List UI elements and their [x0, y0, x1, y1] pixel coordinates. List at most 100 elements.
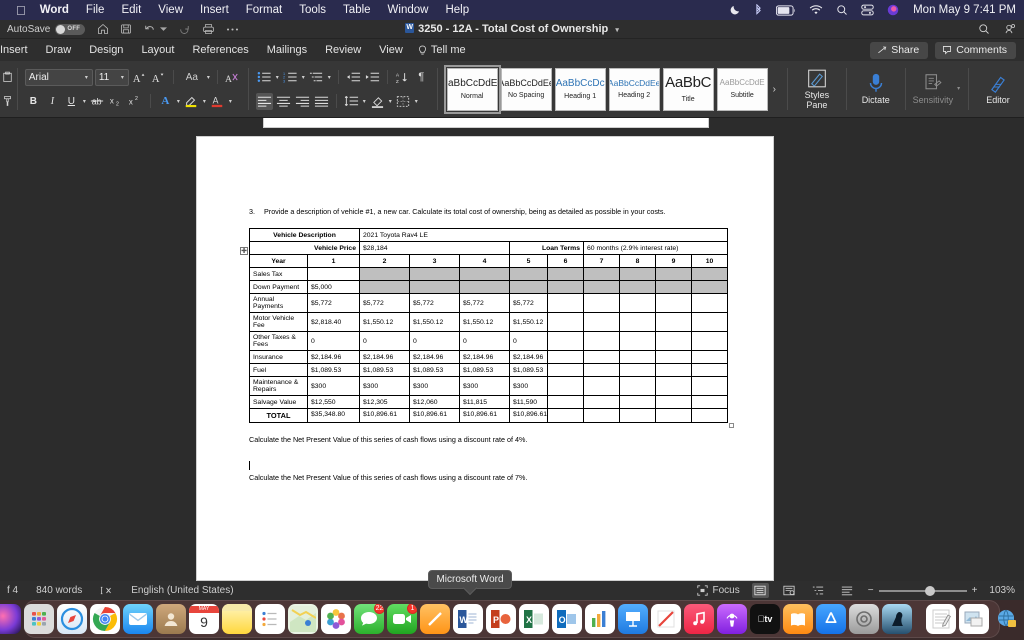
row-cell[interactable] — [690, 350, 729, 365]
superscript-button[interactable]: x2 — [127, 93, 144, 110]
dock-item-maps[interactable] — [288, 604, 318, 634]
row-cell[interactable] — [409, 280, 460, 295]
zoom-slider-thumb[interactable] — [924, 585, 935, 596]
row-cell[interactable] — [655, 312, 692, 333]
chevron-down-icon[interactable]: ▾ — [229, 98, 232, 105]
chevron-down-icon[interactable]: ▾ — [302, 74, 305, 81]
menu-bar-clock[interactable]: Mon May 9 7:41 PM — [913, 4, 1016, 16]
row-cell[interactable]: $1,089.53 — [359, 363, 410, 378]
chevron-down-icon[interactable]: ▾ — [207, 74, 210, 81]
row-cell[interactable] — [547, 280, 584, 295]
row-cell[interactable] — [547, 350, 584, 365]
styles-gallery-more-button[interactable]: › — [771, 84, 778, 95]
underline-button[interactable]: U — [63, 93, 80, 110]
dock-item-chrome[interactable] — [90, 604, 120, 634]
tab-mailings[interactable]: Mailings — [258, 44, 316, 56]
row-cell[interactable] — [619, 312, 656, 333]
row-cell[interactable] — [619, 376, 656, 397]
row-cell[interactable] — [509, 267, 548, 282]
dock-item-siri[interactable] — [0, 604, 21, 634]
font-name-select[interactable]: Arial ▾ — [24, 68, 93, 86]
menu-tools[interactable]: Tools — [299, 4, 326, 16]
row-cell[interactable] — [583, 408, 620, 424]
control-center-icon[interactable] — [861, 4, 874, 16]
font-color-button[interactable]: A — [209, 93, 226, 110]
row-cell[interactable] — [690, 267, 729, 282]
row-cell[interactable]: $1,089.53 — [459, 363, 510, 378]
row-cell[interactable] — [547, 331, 584, 352]
save-icon[interactable] — [120, 23, 132, 35]
chevron-down-icon[interactable]: ▾ — [363, 98, 366, 105]
borders-icon[interactable] — [395, 93, 412, 110]
row-cell[interactable]: $2,184.96 — [359, 350, 410, 365]
row-cell[interactable] — [583, 280, 620, 295]
sort-icon[interactable]: AZ — [394, 69, 411, 86]
row-cell[interactable] — [619, 267, 656, 282]
row-cell[interactable] — [583, 267, 620, 282]
row-cell[interactable] — [509, 280, 548, 295]
row-cell[interactable] — [547, 267, 584, 282]
increase-indent-icon[interactable] — [364, 69, 381, 86]
dock-item-system-settings[interactable] — [849, 604, 879, 634]
align-right-icon[interactable] — [294, 93, 311, 110]
tab-design[interactable]: Design — [80, 44, 132, 56]
row-cell[interactable] — [619, 350, 656, 365]
bluetooth-icon[interactable] — [754, 3, 763, 17]
document-title[interactable]: 3250 - 12A - Total Cost of Ownership — [418, 23, 608, 35]
menu-file[interactable]: File — [86, 4, 105, 16]
row-cell[interactable]: $2,818.40 — [307, 312, 360, 333]
chevron-down-icon[interactable]: ▾ — [177, 98, 180, 105]
italic-button[interactable]: I — [44, 93, 61, 110]
dock-item-preview[interactable] — [959, 604, 989, 634]
battery-charging-icon[interactable] — [776, 4, 796, 16]
row-cell[interactable] — [690, 408, 729, 424]
tab-references[interactable]: References — [183, 44, 257, 56]
document-canvas[interactable]: 3. Provide a description of vehicle #1, … — [0, 118, 1024, 581]
style-no-spacing[interactable]: AaBbCcDdEe No Spacing — [500, 67, 552, 111]
row-cell[interactable]: $12,550 — [307, 395, 360, 410]
wifi-icon[interactable] — [809, 4, 823, 16]
row-cell[interactable] — [690, 376, 729, 397]
row-cell[interactable]: $5,000 — [307, 280, 360, 295]
styles-pane-button[interactable]: Styles Pane — [795, 68, 839, 111]
shading-icon[interactable] — [369, 93, 386, 110]
row-cell[interactable] — [307, 267, 360, 282]
tab-review[interactable]: Review — [316, 44, 370, 56]
zoom-slider-track[interactable] — [878, 585, 967, 596]
dock-item-photos[interactable] — [321, 604, 351, 634]
total-cost-of-ownership-table[interactable]: Vehicle Description 2021 Toyota Rav4 LE … — [249, 228, 729, 424]
row-cell[interactable] — [583, 363, 620, 378]
row-cell[interactable] — [690, 331, 729, 352]
dock-item-podcasts[interactable] — [717, 604, 747, 634]
row-cell[interactable]: $2,184.96 — [459, 350, 510, 365]
dock-item-notes[interactable] — [222, 604, 252, 634]
print-layout-icon[interactable] — [751, 583, 769, 598]
row-cell[interactable] — [655, 331, 692, 352]
style-title[interactable]: AaBbC Title — [662, 67, 714, 111]
dock-item-powerpoint[interactable]: P — [486, 604, 516, 634]
dock-item-calendar[interactable]: MAY 9 — [189, 604, 219, 634]
row-cell[interactable]: 0 — [409, 331, 460, 352]
outline-icon[interactable] — [810, 583, 827, 598]
tab-view[interactable]: View — [370, 44, 412, 56]
row-cell[interactable] — [583, 312, 620, 333]
row-cell[interactable]: $2,184.96 — [307, 350, 360, 365]
shrink-font-button[interactable]: A — [150, 69, 167, 86]
table-resize-handle[interactable] — [729, 423, 734, 429]
row-cell[interactable] — [459, 267, 510, 282]
row-cell[interactable] — [619, 293, 656, 314]
menu-insert[interactable]: Insert — [200, 4, 229, 16]
autosave-toggle[interactable]: OFF — [55, 23, 86, 35]
moon-icon[interactable] — [729, 4, 741, 16]
row-cell[interactable] — [655, 267, 692, 282]
row-cell[interactable] — [655, 395, 692, 410]
row-cell[interactable]: $1,550.12 — [359, 312, 410, 333]
dock-item-kindle[interactable] — [882, 604, 912, 634]
row-cell[interactable] — [690, 312, 729, 333]
chevron-down-icon[interactable]: ▾ — [276, 74, 279, 81]
row-cell[interactable]: $5,772 — [359, 293, 410, 314]
dock-item-word[interactable]: W — [453, 604, 483, 634]
chevron-down-icon[interactable]: ▾ — [83, 98, 86, 105]
row-cell[interactable]: $12,060 — [409, 395, 460, 410]
print-icon[interactable] — [202, 23, 215, 35]
